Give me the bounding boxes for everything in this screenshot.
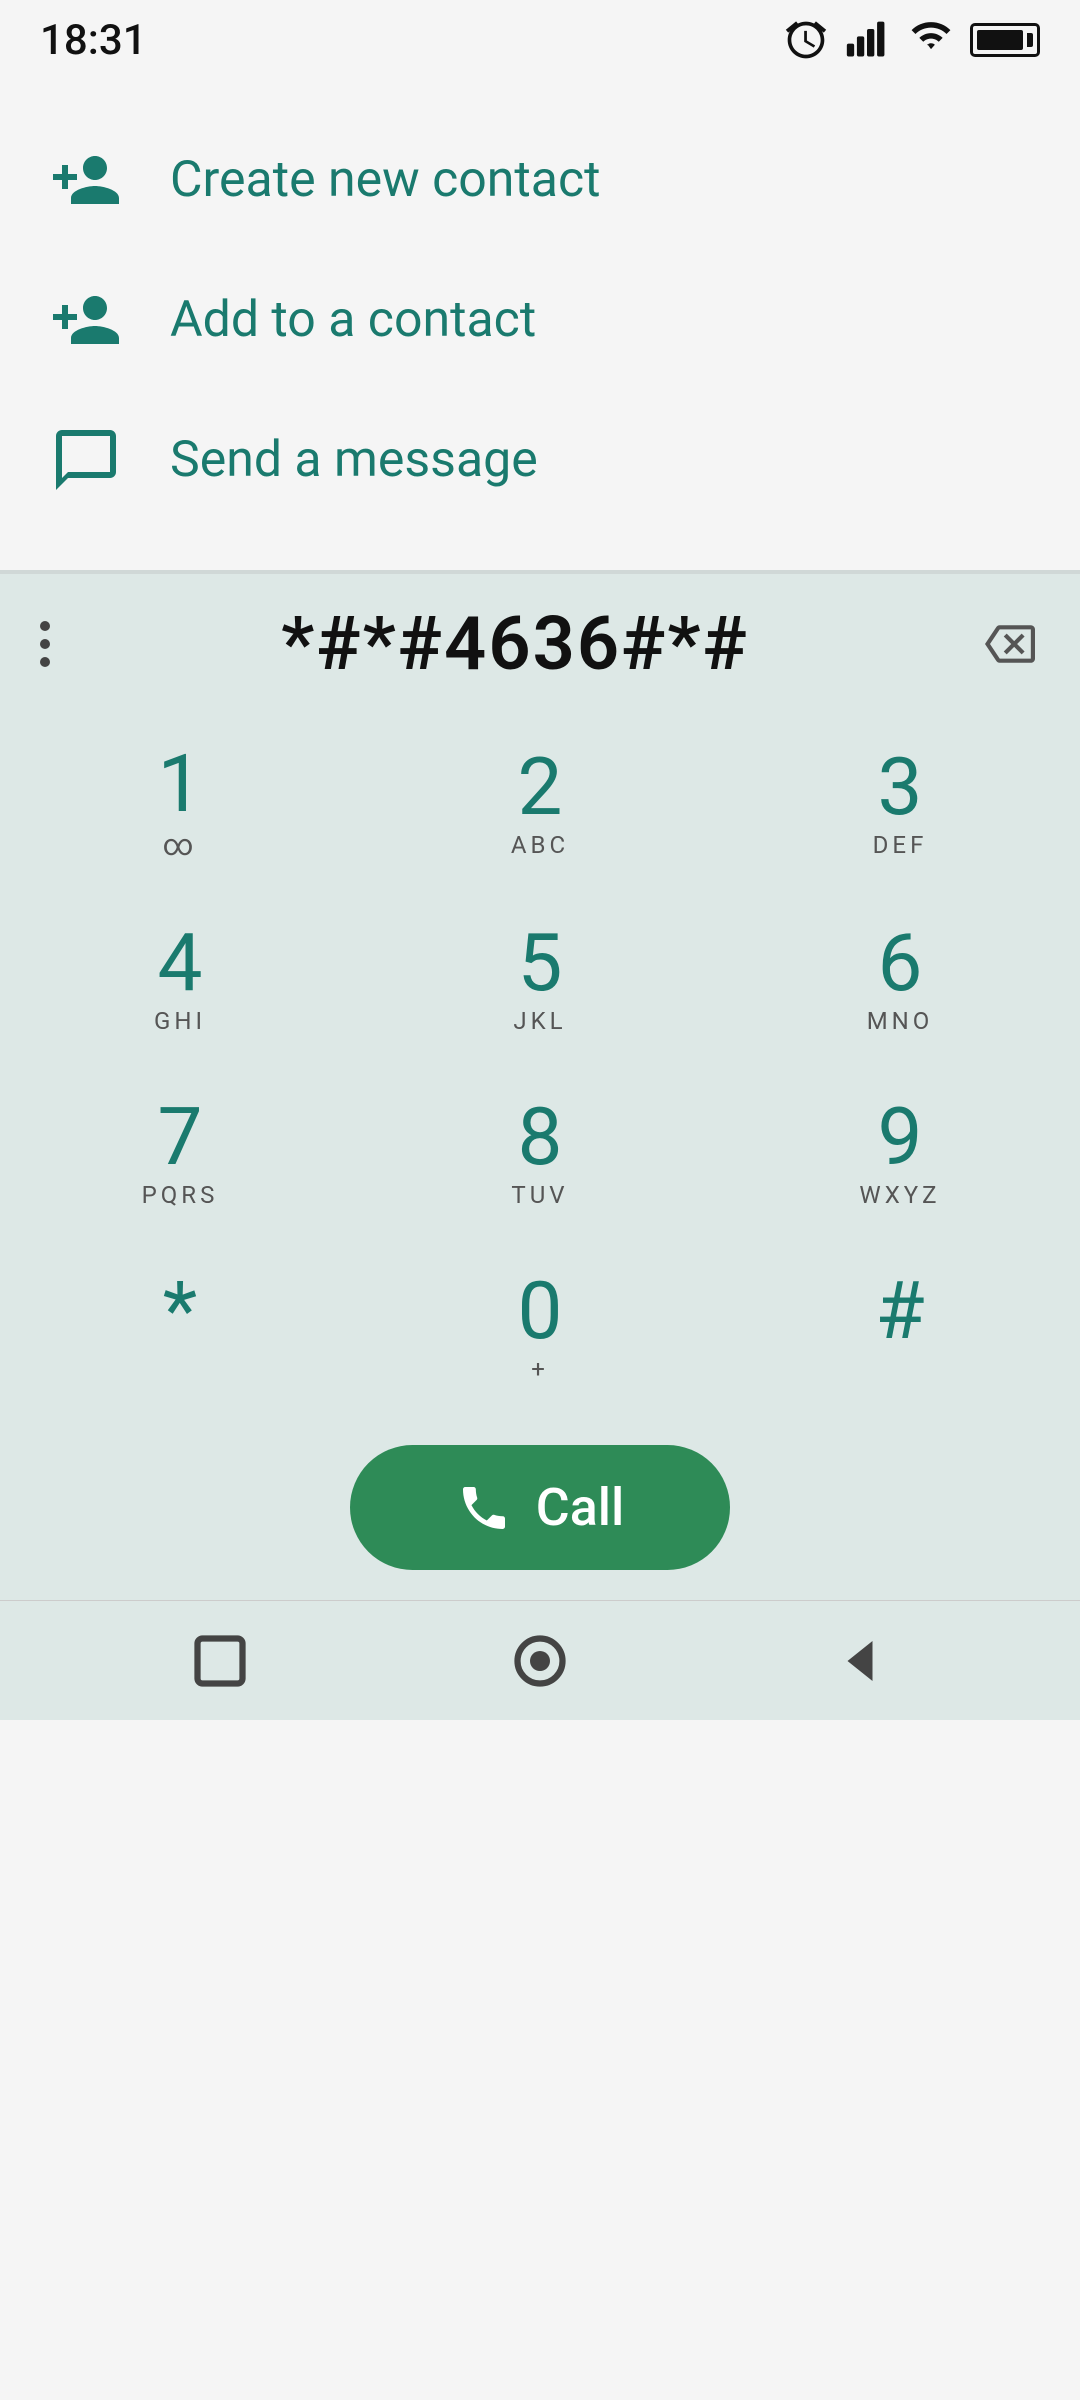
wifi-icon [906, 18, 956, 62]
keypad: 1 ∞ 2 ABC 3 DEF 4 GHI 5 JKL 6 MNO 7 PQRS [0, 694, 1080, 1425]
key-4[interactable]: 4 GHI [0, 893, 360, 1067]
key-star[interactable]: * [0, 1241, 360, 1415]
key-9[interactable]: 9 WXYZ [720, 1067, 1080, 1241]
person-add-create-icon [50, 144, 122, 216]
create-new-contact-item[interactable]: Create new contact [0, 110, 1080, 250]
key-8[interactable]: 8 TUV [360, 1067, 720, 1241]
status-bar: 18:31 [0, 0, 1080, 80]
status-time: 18:31 [40, 16, 147, 65]
key-5[interactable]: 5 JKL [360, 893, 720, 1067]
alarm-icon [784, 18, 828, 62]
square-icon [190, 1631, 250, 1691]
signal-icon [842, 18, 892, 62]
key-1[interactable]: 1 ∞ [0, 714, 360, 893]
navigation-bar [0, 1600, 1080, 1720]
key-2[interactable]: 2 ABC [360, 714, 720, 893]
phone-icon [456, 1480, 512, 1536]
dialer-top-bar: *#*#4636#*# [0, 574, 1080, 694]
nav-recent-apps-button[interactable] [180, 1621, 260, 1701]
key-3[interactable]: 3 DEF [720, 714, 1080, 893]
backspace-button[interactable] [970, 604, 1050, 684]
call-button-row: Call [0, 1425, 1080, 1600]
key-0[interactable]: 0 + [360, 1241, 720, 1415]
message-send-icon [50, 424, 122, 496]
add-to-contact-item[interactable]: Add to a contact [0, 250, 1080, 390]
more-options-button[interactable] [30, 611, 60, 677]
status-icons [784, 18, 1040, 62]
call-button-label: Call [536, 1477, 625, 1538]
call-button[interactable]: Call [350, 1445, 730, 1570]
nav-home-button[interactable] [500, 1621, 580, 1701]
dialer-display: *#*#4636#*# [80, 601, 950, 688]
upper-panel: Create new contact Add to a contact Send… [0, 80, 1080, 550]
dialer-panel: *#*#4636#*# 1 ∞ 2 ABC 3 DEF 4 GHI 5 JKL [0, 574, 1080, 1600]
send-message-item[interactable]: Send a message [0, 390, 1080, 530]
add-to-contact-label: Add to a contact [170, 291, 536, 349]
send-message-label: Send a message [170, 431, 538, 489]
key-6[interactable]: 6 MNO [720, 893, 1080, 1067]
circle-home-icon [510, 1631, 570, 1691]
back-arrow-icon [830, 1631, 890, 1691]
nav-back-button[interactable] [820, 1621, 900, 1701]
battery-icon [970, 23, 1040, 57]
create-new-contact-label: Create new contact [170, 151, 601, 209]
key-hash[interactable]: # [720, 1241, 1080, 1415]
key-7[interactable]: 7 PQRS [0, 1067, 360, 1241]
person-add-contact-icon [50, 284, 122, 356]
